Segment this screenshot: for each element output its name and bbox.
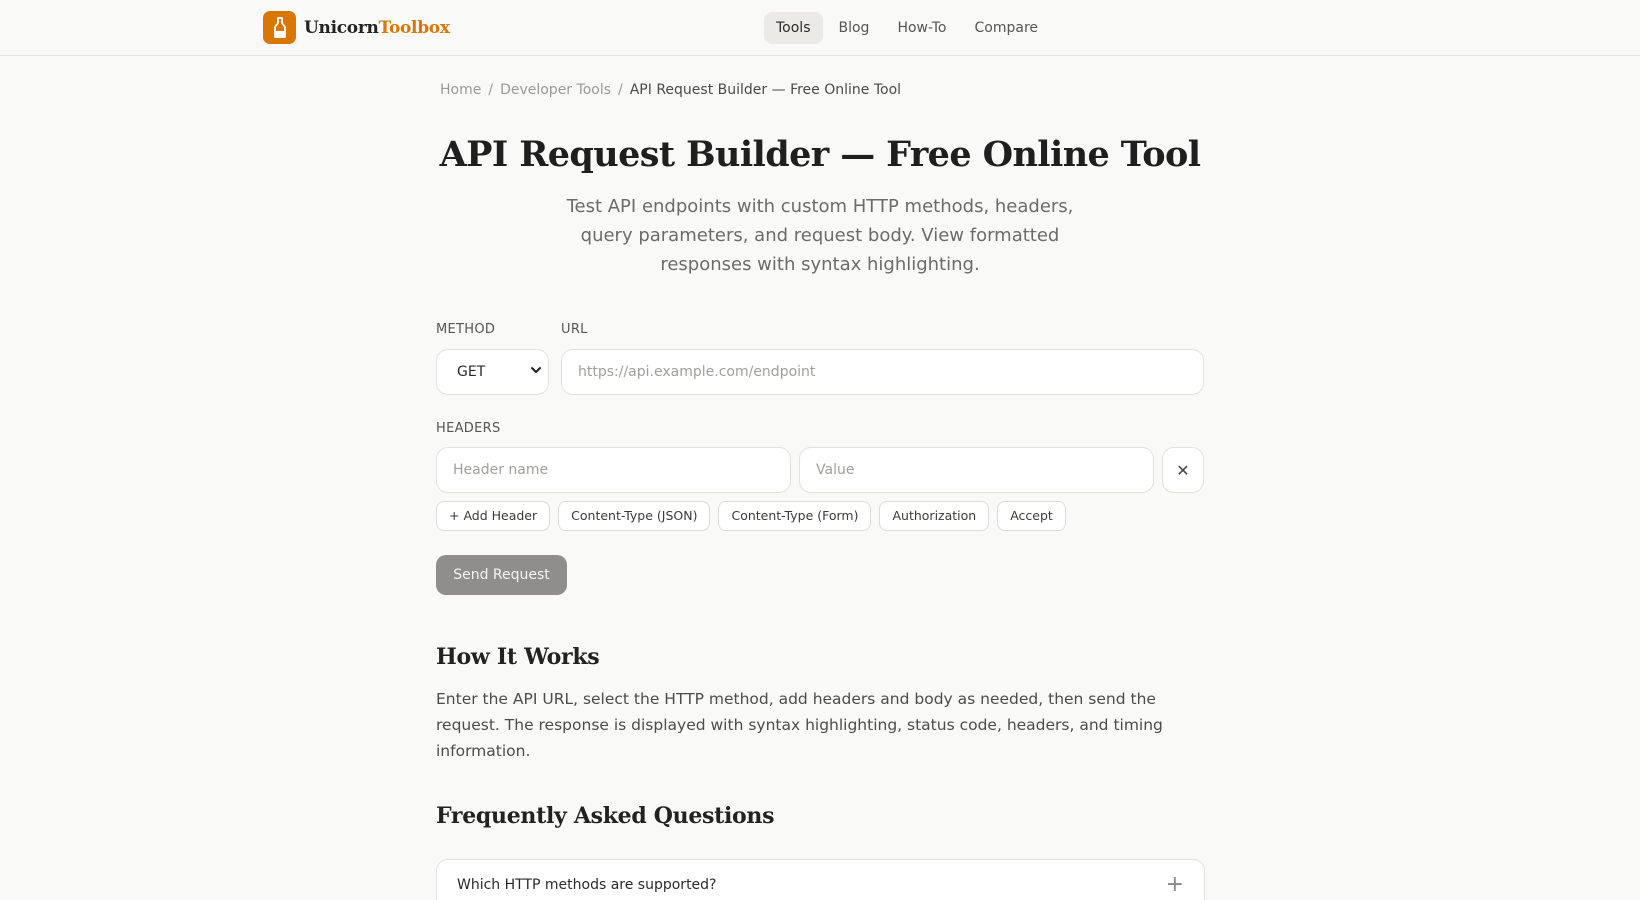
nav-tools[interactable]: Tools [764,12,823,44]
header-presets: + Add Header Content-Type (JSON) Content… [436,501,1066,531]
preset-accept[interactable]: Accept [997,501,1066,531]
chevron-down-icon [528,362,544,382]
method-select-value: GET [457,364,486,380]
preset-content-type-form[interactable]: Content-Type (Form) [718,501,872,531]
url-input[interactable]: https://api.example.com/endpoint [561,349,1204,395]
send-request-button[interactable]: Send Request [436,555,567,595]
method-select[interactable]: GET [436,349,549,395]
nav-how-to[interactable]: How-To [885,12,958,44]
page-title: API Request Builder — Free Online Tool [439,134,1201,175]
breadcrumb-home[interactable]: Home [440,82,481,98]
headers-label: HEADERS [436,421,501,436]
header-name-input[interactable]: Header name [436,447,791,493]
breadcrumb: Home / Developer Tools / API Request Bui… [440,82,901,98]
nav-compare[interactable]: Compare [963,12,1051,44]
faq-item[interactable]: Which HTTP methods are supported? + [436,859,1205,900]
nav-blog[interactable]: Blog [827,12,882,44]
breadcrumb-separator: / [488,82,494,98]
method-label: METHOD [436,322,496,337]
plus-icon: + [1165,872,1184,897]
how-it-works-heading: How It Works [436,644,600,670]
preset-content-type-json[interactable]: Content-Type (JSON) [558,501,711,531]
site-header: UnicornToolbox Tools Blog How-To Compare [0,0,1640,56]
bottle-icon [263,11,296,44]
main-nav: Tools Blog How-To Compare [764,12,1050,44]
breadcrumb-separator: / [618,82,623,98]
breadcrumb-current: API Request Builder — Free Online Tool [629,82,902,98]
brand-name: UnicornToolbox [304,18,450,38]
page-subtitle: Test API endpoints with custom HTTP meth… [566,196,1074,275]
header-value-placeholder: Value [816,462,855,478]
breadcrumb-section[interactable]: Developer Tools [500,82,611,98]
remove-header-button[interactable]: ✕ [1162,447,1204,493]
how-it-works-text: Enter the API URL, select the HTTP metho… [436,690,1163,760]
url-input-placeholder: https://api.example.com/endpoint [578,364,816,380]
faq-question: Which HTTP methods are supported? [457,877,717,893]
close-icon: ✕ [1176,460,1190,480]
faq-heading: Frequently Asked Questions [436,803,775,829]
brand-name-part1: Unicorn [304,17,379,38]
header-name-placeholder: Header name [453,462,549,478]
preset-authorization[interactable]: Authorization [879,501,990,531]
add-header-button[interactable]: + Add Header [436,501,551,531]
brand-name-part2: Toolbox [378,17,450,38]
header-value-input[interactable]: Value [799,447,1154,493]
url-label: URL [561,322,588,337]
brand-logo[interactable]: UnicornToolbox [263,11,450,44]
